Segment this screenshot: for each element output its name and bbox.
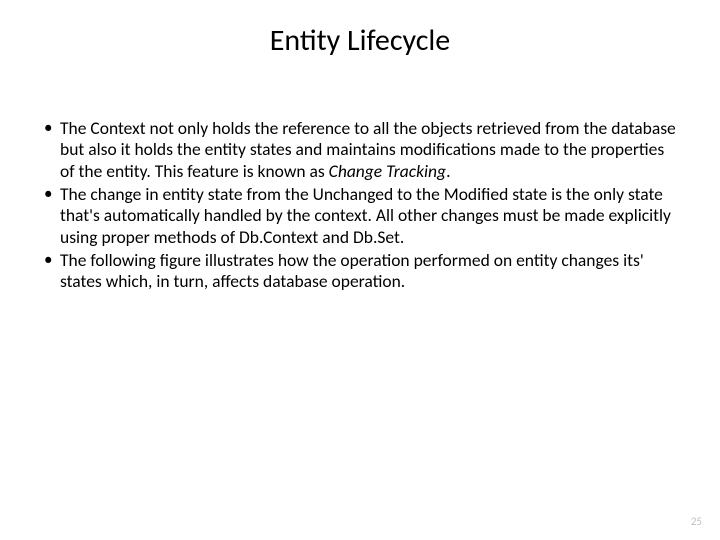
bullet-text-em: Change Tracking: [329, 160, 446, 182]
slide-title: Entity Lifecycle: [0, 22, 720, 59]
list-item: The change in entity state from the Unch…: [44, 184, 676, 248]
slide-body: The Context not only holds the reference…: [44, 118, 676, 295]
slide: Entity Lifecycle The Context not only ho…: [0, 0, 720, 540]
bullet-list: The Context not only holds the reference…: [44, 118, 676, 293]
list-item: The following figure illustrates how the…: [44, 250, 676, 293]
page-number: 25: [691, 515, 702, 528]
bullet-text-post: .: [446, 160, 450, 182]
bullet-text-pre: The change in entity state from the Unch…: [60, 183, 671, 248]
list-item: The Context not only holds the reference…: [44, 118, 676, 182]
bullet-text-pre: The following figure illustrates how the…: [60, 249, 644, 292]
